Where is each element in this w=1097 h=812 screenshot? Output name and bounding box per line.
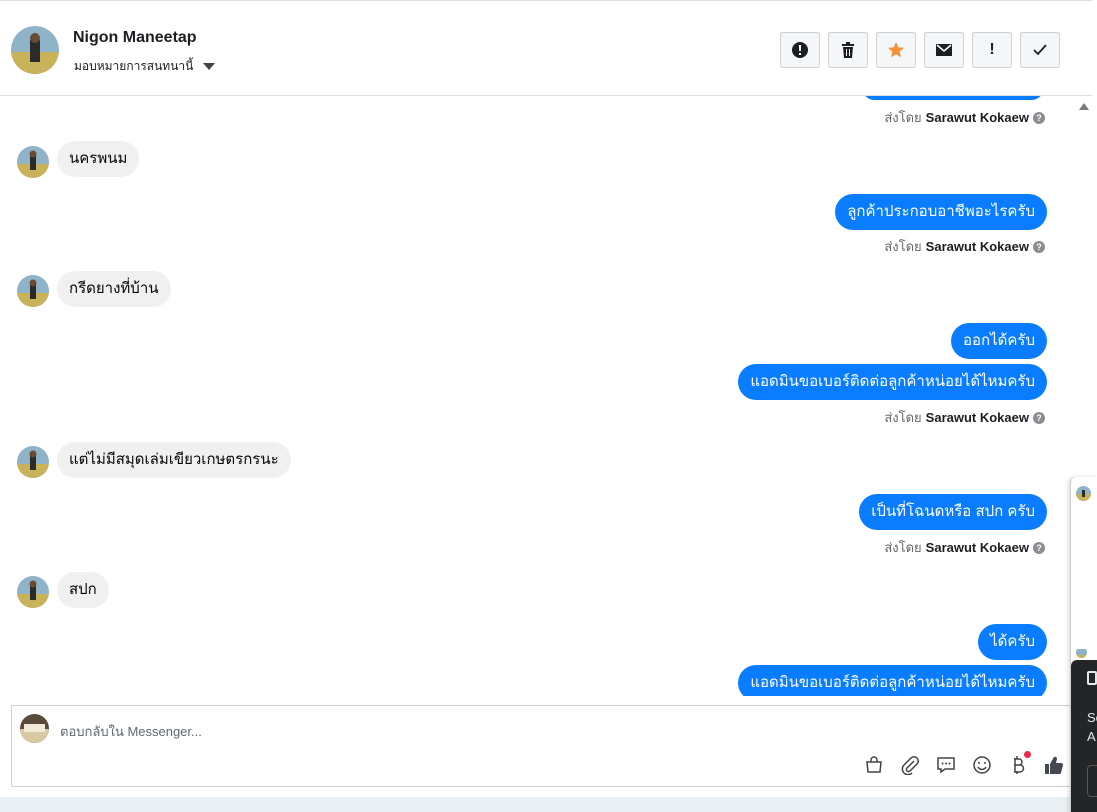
help-icon[interactable]: ? [1033,411,1045,424]
delete-button[interactable] [828,32,868,68]
page-avatar [20,714,49,743]
alert-circle-icon [792,42,808,58]
mark-done-button[interactable] [1020,32,1060,68]
notification-dot [1024,751,1031,758]
exclamation-icon: ! [989,41,995,58]
help-icon[interactable]: ? [1033,541,1045,554]
like-icon[interactable] [1043,754,1065,776]
chat-head-avatar[interactable] [1076,647,1087,658]
header-actions: ! [780,32,1060,68]
message-bubble-outgoing: เป็นที่โฉนดหรือ สปก ครับ [859,494,1047,530]
contact-name[interactable]: Nigon Maneetap [73,29,197,47]
sent-by-label: ส่งโดย Sarawut Kokaew ? [884,537,1045,558]
scroll-up-arrow-icon[interactable] [1079,103,1089,110]
follow-up-button[interactable]: ! [972,32,1012,68]
star-icon [888,42,904,58]
message-bubble-outgoing: ลูกค้าประกอบอาชีพอะไรครับ [835,194,1047,230]
mark-spam-button[interactable] [780,32,820,68]
sent-by-label: ส่งโดย Sarawut Kokaew ? [884,236,1045,257]
shopping-bag-icon[interactable] [863,754,885,776]
message-bubble-incoming: แต่ไม่มีสมุดเล่มเขียวเกษตรกรนะ [57,442,291,478]
sent-by-prefix: ส่งโดย [884,540,922,555]
assign-label: มอบหมายการสนทนานี้ [74,59,194,73]
mark-unread-button[interactable] [924,32,964,68]
sent-by-prefix: ส่งโดย [884,239,922,254]
message-bubble-outgoing: แอดมินขอเบอร์ติดต่อลูกค้าหน่อยได้ไหมครับ [738,364,1047,400]
trash-icon [842,42,854,58]
sent-by-label: ส่งโดย Sarawut Kokaew ? [884,107,1045,128]
popup-text-line: Se [1087,710,1097,725]
composer-tools [863,751,1065,776]
contact-avatar[interactable] [11,26,59,74]
agent-name: Sarawut Kokaew [925,110,1029,125]
message-bubble-outgoing: ได้ครับ [978,624,1047,660]
emoji-icon[interactable] [971,754,993,776]
agent-name: Sarawut Kokaew [925,239,1029,254]
agent-name: Sarawut Kokaew [925,540,1029,555]
popup-text-line: A [1087,729,1096,744]
reply-composer[interactable]: ตอบกลับใน Messenger... [11,705,1076,787]
caret-down-icon [203,63,216,70]
payment-icon[interactable] [1007,751,1031,776]
help-icon[interactable]: ? [1033,111,1045,124]
contact-avatar-small [17,275,49,307]
checkmark-icon [1033,44,1047,56]
agent-name: Sarawut Kokaew [925,410,1029,425]
message-bubble-outgoing [863,96,1043,100]
assign-conversation-dropdown[interactable]: มอบหมายการสนทนานี้ [74,57,216,76]
contact-avatar-small [17,446,49,478]
message-bubble-incoming: นครพนม [57,141,140,177]
document-icon [1087,671,1097,685]
reply-input[interactable]: ตอบกลับใน Messenger... [60,721,202,742]
message-bubble-outgoing: แอดมินขอเบอร์ติดต่อลูกค้าหน่อยได้ไหมครับ [738,665,1047,696]
contact-avatar-small [17,576,49,608]
envelope-icon [936,44,952,56]
side-chat-panel[interactable]: Se A [1070,477,1097,812]
chat-head-avatar[interactable] [1076,486,1091,501]
star-button[interactable] [876,32,916,68]
footer-bar [0,797,1072,812]
saved-reply-icon[interactable] [935,754,957,776]
help-icon[interactable]: ? [1033,240,1045,253]
popup-button[interactable] [1087,765,1097,797]
sent-by-prefix: ส่งโดย [884,410,922,425]
paperclip-icon[interactable] [899,754,921,776]
notification-popup[interactable]: Se A [1071,660,1097,812]
sent-by-label: ส่งโดย Sarawut Kokaew ? [884,407,1045,428]
conversation-header: Nigon Maneetap มอบหมายการสนทนานี้ ! [0,0,1092,96]
message-list[interactable]: ส่งโดย Sarawut Kokaew ? นครพนม ลูกค้าประ… [0,96,1075,696]
message-bubble-outgoing: ออกได้ครับ [951,323,1047,359]
message-bubble-incoming: กรีดยางที่บ้าน [57,271,171,307]
message-bubble-incoming: สปก [57,572,109,608]
contact-avatar-small [17,146,49,178]
sent-by-prefix: ส่งโดย [884,110,922,125]
